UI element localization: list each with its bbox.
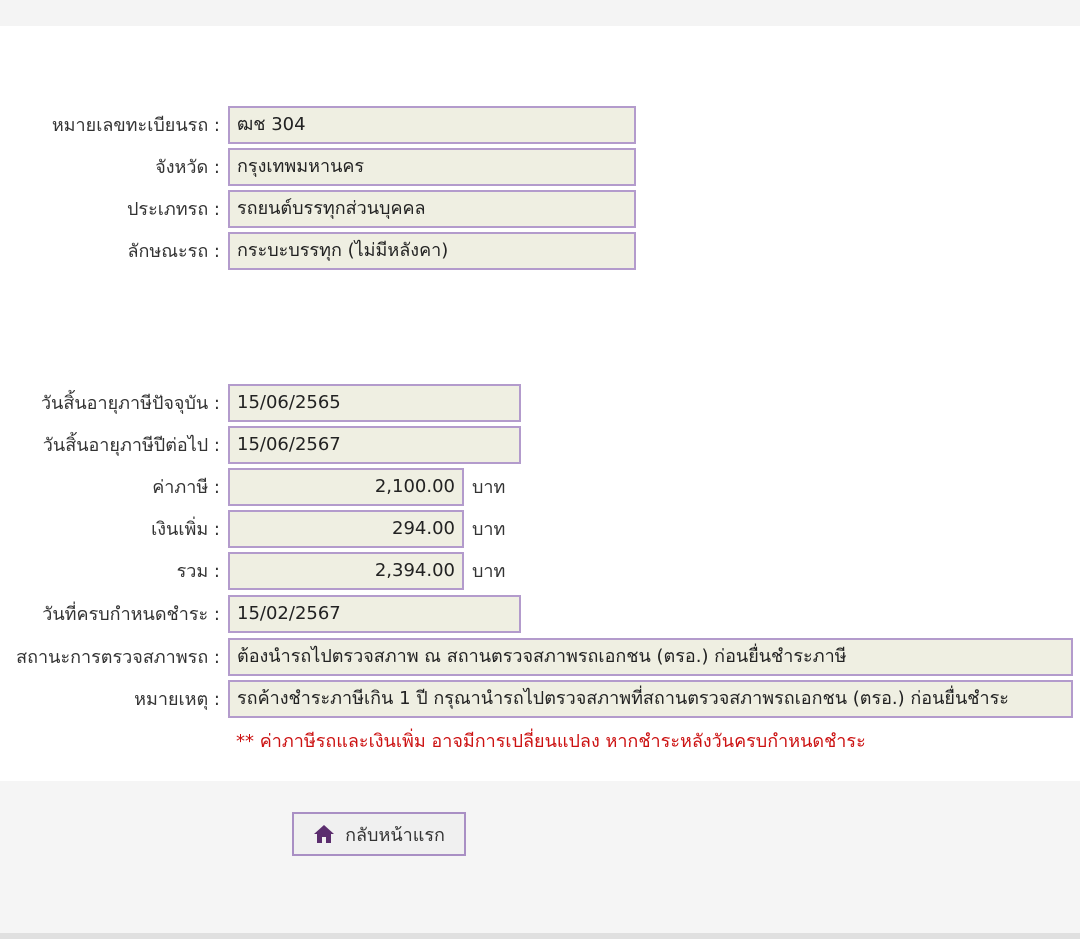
province-field: กรุงเทพมหานคร — [228, 148, 636, 186]
surcharge-label: เงินเพิ่ม : — [151, 519, 220, 540]
price-change-note: ** ค่าภาษีรถและเงินเพิ่ม อาจมีการเปลี่ยน… — [236, 731, 866, 752]
due-date-label: วันที่ครบกำหนดชำระ : — [42, 604, 220, 625]
remark-label: หมายเหตุ : — [134, 689, 220, 710]
total-unit: บาท — [472, 561, 506, 582]
remark-field: รถค้างชำระภาษีเกิน 1 ปี กรุณานำรถไปตรวจส… — [228, 680, 1073, 718]
tax-amount-label: ค่าภาษี : — [152, 477, 220, 498]
next-expiry-label: วันสิ้นอายุภาษีปีต่อไป : — [42, 435, 220, 456]
tax-amount-field: 2,100.00 — [228, 468, 464, 506]
vehicle-type-field: รถยนต์บรรทุกส่วนบุคคล — [228, 190, 636, 228]
surcharge-field: 294.00 — [228, 510, 464, 548]
home-icon — [313, 824, 335, 844]
plate-field: ฒช 304 — [228, 106, 636, 144]
bottom-strip — [0, 933, 1080, 939]
total-label: รวม : — [176, 561, 220, 582]
inspection-status-label: สถานะการตรวจสภาพรถ : — [16, 647, 220, 668]
footer-area — [0, 781, 1080, 933]
vehicle-style-field: กระบะบรรทุก (ไม่มีหลังคา) — [228, 232, 636, 270]
vehicle-type-label: ประเภทรถ : — [127, 199, 220, 220]
top-strip — [0, 0, 1080, 26]
vehicle-style-label: ลักษณะรถ : — [127, 241, 220, 262]
home-button[interactable]: กลับหน้าแรก — [292, 812, 466, 856]
current-expiry-field: 15/06/2565 — [228, 384, 521, 422]
home-button-label: กลับหน้าแรก — [345, 824, 445, 846]
province-label: จังหวัด : — [155, 157, 220, 178]
tax-amount-unit: บาท — [472, 477, 506, 498]
due-date-field: 15/02/2567 — [228, 595, 521, 633]
inspection-status-field: ต้องนำรถไปตรวจสภาพ ณ สถานตรวจสภาพรถเอกชน… — [228, 638, 1073, 676]
surcharge-unit: บาท — [472, 519, 506, 540]
current-expiry-label: วันสิ้นอายุภาษีปัจจุบัน : — [40, 393, 220, 414]
plate-label: หมายเลขทะเบียนรถ : — [51, 115, 220, 136]
next-expiry-field: 15/06/2567 — [228, 426, 521, 464]
total-field: 2,394.00 — [228, 552, 464, 590]
